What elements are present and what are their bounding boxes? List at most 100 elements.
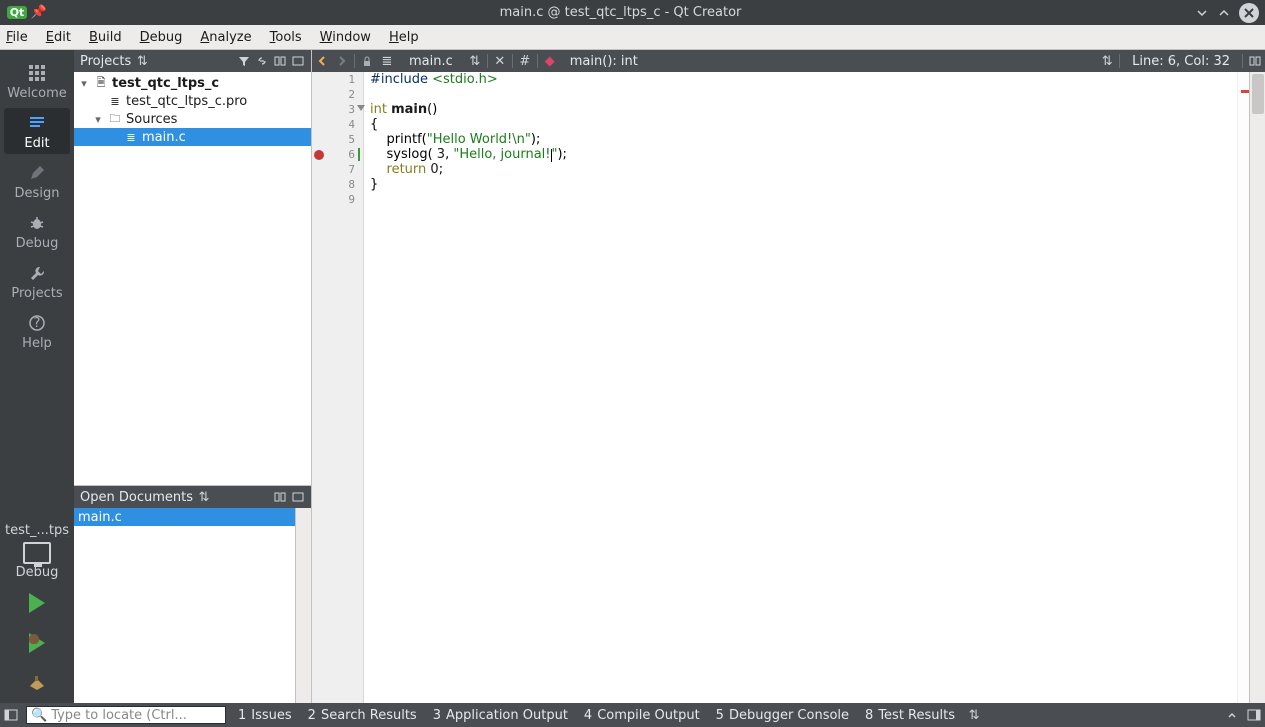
output-tab-compile-output[interactable]: 4Compile Output <box>576 708 708 723</box>
build-button[interactable] <box>23 669 51 697</box>
window-titlebar: Qt 📌 main.c @ test_qtc_ltps_c - Qt Creat… <box>0 0 1265 25</box>
minimize-icon[interactable] <box>1193 4 1211 22</box>
close-panel-icon[interactable] <box>291 54 305 68</box>
code-line[interactable]: return 0; <box>370 162 1237 177</box>
editor-file-selector[interactable]: main.c <box>397 54 465 69</box>
updown-icon[interactable]: ⇅ <box>1097 51 1117 71</box>
editor-scrollbar[interactable] <box>1249 72 1265 703</box>
output-tab-application-output[interactable]: 3Application Output <box>425 708 576 723</box>
current-line-mark <box>358 148 360 161</box>
link-icon[interactable] <box>255 54 269 68</box>
output-tab-search-results[interactable]: 2Search Results <box>300 708 425 723</box>
lock-icon[interactable] <box>357 51 377 71</box>
output-tab-issues[interactable]: 1Issues <box>230 708 300 723</box>
chevron-down-icon[interactable]: ▾ <box>92 113 104 126</box>
nav-back-icon[interactable] <box>312 51 332 71</box>
projects-panel-header: Projects ⇅ <box>74 50 311 72</box>
open-documents-list[interactable]: main.c <box>74 508 295 703</box>
output-tab-test-results[interactable]: 8Test Results <box>857 708 963 723</box>
help-icon: ? <box>26 312 48 334</box>
tree-pro-file[interactable]: ≣ test_qtc_ltps_c.pro <box>74 92 311 110</box>
close-icon[interactable] <box>1239 3 1259 23</box>
chevron-up-icon[interactable] <box>1221 704 1243 726</box>
bug-icon <box>26 212 48 234</box>
code-line[interactable]: printf("Hello World!\n"); <box>370 132 1237 147</box>
pencil-icon <box>26 162 48 184</box>
mode-welcome[interactable]: Welcome <box>4 58 70 104</box>
gutter-line[interactable]: 1 <box>312 72 363 87</box>
updown-icon[interactable]: ⇅ <box>135 54 149 68</box>
gutter-line[interactable]: 9 <box>312 192 363 207</box>
mode-design[interactable]: Design <box>4 158 70 204</box>
toggle-sidebar-icon[interactable] <box>0 704 22 726</box>
tree-project-root[interactable]: ▾ 🗎 test_qtc_ltps_c <box>74 74 311 92</box>
updown-icon[interactable]: ⇅ <box>197 490 211 504</box>
gutter-line[interactable]: 3 <box>312 102 363 117</box>
locator-input[interactable]: 🔍 Type to locate (Ctrl... <box>26 706 226 724</box>
toggle-right-sidebar-icon[interactable] <box>1243 704 1265 726</box>
editor-cursor-position[interactable]: Line: 6, Col: 32 <box>1122 54 1240 69</box>
menu-window[interactable]: Window <box>320 30 371 45</box>
code-editor[interactable]: 123456789 #include <stdio.h> int main(){… <box>312 72 1265 703</box>
code-line[interactable]: { <box>370 117 1237 132</box>
breakpoint-icon[interactable] <box>314 150 324 160</box>
gutter-line[interactable]: 5 <box>312 132 363 147</box>
mode-debug[interactable]: Debug <box>4 208 70 254</box>
chevron-down-icon[interactable]: ▾ <box>78 77 90 90</box>
nav-forward-icon[interactable] <box>332 51 352 71</box>
code-line[interactable]: int main() <box>370 102 1237 117</box>
code-line[interactable] <box>370 192 1237 207</box>
code-line[interactable]: #include <stdio.h> <box>370 72 1237 87</box>
split-icon[interactable] <box>273 490 287 504</box>
gutter-line[interactable]: 2 <box>312 87 363 102</box>
mode-edit[interactable]: Edit <box>4 108 70 154</box>
folder-icon: 🗀 <box>107 112 123 126</box>
tree-file-mainc[interactable]: ≣ main.c <box>74 128 311 146</box>
split-icon[interactable] <box>273 54 287 68</box>
open-docs-scrollbar[interactable] <box>295 508 311 703</box>
kit-selector[interactable]: test_...tps_c Debug <box>5 520 69 583</box>
gutter-line[interactable]: 4 <box>312 117 363 132</box>
maximize-icon[interactable] <box>1215 4 1233 22</box>
projects-tree[interactable]: ▾ 🗎 test_qtc_ltps_c ≣ test_qtc_ltps_c.pr… <box>74 72 311 485</box>
file-type-icon: ≣ <box>377 51 397 71</box>
updown-icon[interactable]: ⇅ <box>963 704 985 726</box>
menu-file[interactable]: File <box>6 30 28 45</box>
updown-icon[interactable]: ⇅ <box>465 51 485 71</box>
code-line[interactable]: } <box>370 177 1237 192</box>
editor-gutter[interactable]: 123456789 <box>312 72 364 703</box>
editor-symbol-selector[interactable]: main(): int <box>560 54 648 69</box>
search-icon: 🔍 <box>31 708 47 723</box>
mode-projects[interactable]: Projects <box>4 258 70 304</box>
pin-icon[interactable]: 📌 <box>30 4 48 22</box>
menu-debug[interactable]: Debug <box>140 30 183 45</box>
tree-sources-folder[interactable]: ▾ 🗀 Sources <box>74 110 311 128</box>
window-title: main.c @ test_qtc_ltps_c - Qt Creator <box>50 5 1191 20</box>
close-panel-icon[interactable] <box>291 490 305 504</box>
code-line[interactable] <box>370 87 1237 102</box>
code-text[interactable]: #include <stdio.h> int main(){ printf("H… <box>364 72 1237 703</box>
grid-icon <box>26 62 48 84</box>
menu-edit[interactable]: Edit <box>46 30 71 45</box>
editor-minimap[interactable] <box>1237 72 1249 703</box>
gutter-line[interactable]: 6 <box>312 147 363 162</box>
close-doc-icon[interactable]: ✕ <box>490 51 510 71</box>
gutter-line[interactable]: 7 <box>312 162 363 177</box>
mode-help[interactable]: ? Help <box>4 308 70 354</box>
split-editor-icon[interactable] <box>1245 51 1265 71</box>
menu-analyze[interactable]: Analyze <box>200 30 251 45</box>
run-debug-button[interactable] <box>23 629 51 657</box>
filter-icon[interactable] <box>237 54 251 68</box>
code-line[interactable]: syslog( 3, "Hello, journal!"); <box>370 147 1237 162</box>
menu-tools[interactable]: Tools <box>270 30 302 45</box>
wrench-icon <box>26 262 48 284</box>
open-doc-mainc[interactable]: main.c <box>74 508 295 526</box>
menu-build[interactable]: Build <box>89 30 122 45</box>
hash-icon[interactable]: # <box>515 51 535 71</box>
symbol-diamond-icon: ◆ <box>540 51 560 71</box>
qt-logo-icon: Qt <box>8 4 26 22</box>
run-button[interactable] <box>23 589 51 617</box>
menu-help[interactable]: Help <box>389 30 419 45</box>
output-tab-debugger-console[interactable]: 5Debugger Console <box>708 708 857 723</box>
gutter-line[interactable]: 8 <box>312 177 363 192</box>
